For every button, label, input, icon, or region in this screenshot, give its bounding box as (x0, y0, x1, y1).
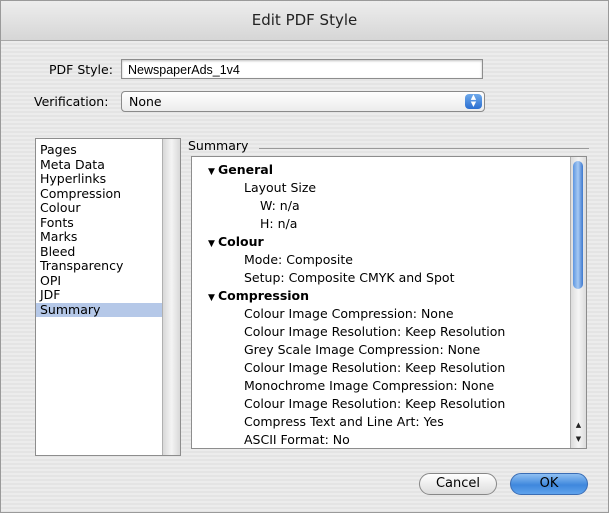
summary-section[interactable]: ▼ Colour (192, 233, 567, 251)
summary-line: Monochrome Image Compression: None (192, 377, 567, 395)
group-divider (259, 148, 589, 149)
summary-text: Monochrome Image Compression: None (244, 378, 495, 393)
summary-section[interactable]: ▼ General (192, 161, 567, 179)
disclosure-triangle-icon[interactable]: ▼ (208, 163, 218, 181)
edit-pdf-style-dialog: Edit PDF Style PDF Style: NewspaperAds_1… (0, 0, 609, 513)
disclosure-triangle-icon[interactable]: ▼ (208, 235, 218, 253)
summary-line: W: n/a (192, 197, 567, 215)
summary-text: W: n/a (260, 198, 300, 213)
summary-line: Mode: Composite (192, 251, 567, 269)
category-items: Pages Meta Data Hyperlinks Compression Colou… (36, 142, 163, 317)
list-item[interactable]: OPI (36, 273, 163, 289)
summary-section[interactable]: ▼ Compression (192, 287, 567, 305)
summary-line: Compress Text and Line Art: Yes (192, 413, 567, 431)
summary-text: Layout Size (244, 180, 317, 195)
list-item[interactable]: Pages (36, 142, 163, 158)
verification-label: Verification: (34, 94, 109, 109)
list-item[interactable]: Bleed (36, 244, 163, 260)
summary-panel: ▼ General Layout Size W: n/a H: n/a ▼ Colour Mo… (191, 156, 587, 449)
verification-select[interactable]: None ▲ ▼ (121, 91, 485, 112)
summary-text: Grey Scale Image Compression: None (244, 342, 481, 357)
settings-category-list[interactable]: Pages Meta Data Hyperlinks Compression Colou… (35, 138, 181, 456)
summary-scrollbar[interactable]: ▲ ▼ (570, 157, 586, 448)
summary-line: Colour Image Resolution: Keep Resolution (192, 359, 567, 377)
summary-line: Layout Size (192, 179, 567, 197)
summary-text: ASCII Format: No (244, 432, 350, 447)
popup-arrows-icon: ▲ ▼ (465, 94, 482, 109)
category-list-scrollbar[interactable] (162, 139, 180, 455)
verification-value: None (129, 94, 162, 109)
summary-line: ASCII Format: No (192, 431, 567, 448)
scroll-thumb[interactable] (573, 161, 583, 289)
summary-text: Mode: Composite (244, 252, 353, 267)
summary-text: General (218, 162, 273, 177)
list-item[interactable]: Fonts (36, 215, 163, 231)
disclosure-triangle-icon[interactable]: ▼ (208, 289, 218, 307)
list-item[interactable]: JDF (36, 287, 163, 303)
summary-line: Grey Scale Image Compression: None (192, 341, 567, 359)
summary-text: H: n/a (260, 216, 298, 231)
pdf-style-input[interactable]: NewspaperAds_1v4 (121, 59, 483, 79)
list-item[interactable]: Summary (36, 302, 163, 317)
ok-button[interactable]: OK (510, 473, 588, 495)
summary-text: Compress Text and Line Art: Yes (244, 414, 444, 429)
summary-line: H: n/a (192, 215, 567, 233)
list-item[interactable]: Compression (36, 186, 163, 202)
summary-text: Compression (218, 288, 310, 303)
list-item[interactable]: Colour (36, 200, 163, 216)
summary-tree: ▼ General Layout Size W: n/a H: n/a ▼ Colour Mo… (192, 161, 567, 448)
list-item[interactable]: Transparency (36, 258, 163, 274)
summary-line: Colour Image Resolution: Keep Resolution (192, 395, 567, 413)
pdf-style-label: PDF Style: (49, 62, 113, 77)
summary-text: Colour Image Resolution: Keep Resolution (244, 324, 506, 339)
list-item[interactable]: Meta Data (36, 157, 163, 173)
summary-line: Colour Image Compression: None (192, 305, 567, 323)
summary-group-label: Summary (188, 138, 249, 153)
summary-text: Colour Image Resolution: Keep Resolution (244, 396, 506, 411)
summary-line: Colour Image Resolution: Keep Resolution (192, 323, 567, 341)
scroll-up-arrow-icon[interactable]: ▲ (571, 419, 586, 431)
cancel-button[interactable]: Cancel (419, 473, 497, 495)
summary-text: Colour Image Compression: None (244, 306, 454, 321)
scroll-down-arrow-icon[interactable]: ▼ (571, 433, 586, 445)
summary-text: Colour (218, 234, 264, 249)
summary-text: Colour Image Resolution: Keep Resolution (244, 360, 506, 375)
summary-text: Setup: Composite CMYK and Spot (244, 270, 455, 285)
summary-line: Setup: Composite CMYK and Spot (192, 269, 567, 287)
window-title: Edit PDF Style (1, 1, 608, 41)
list-item[interactable]: Hyperlinks (36, 171, 163, 187)
list-item[interactable]: Marks (36, 229, 163, 245)
